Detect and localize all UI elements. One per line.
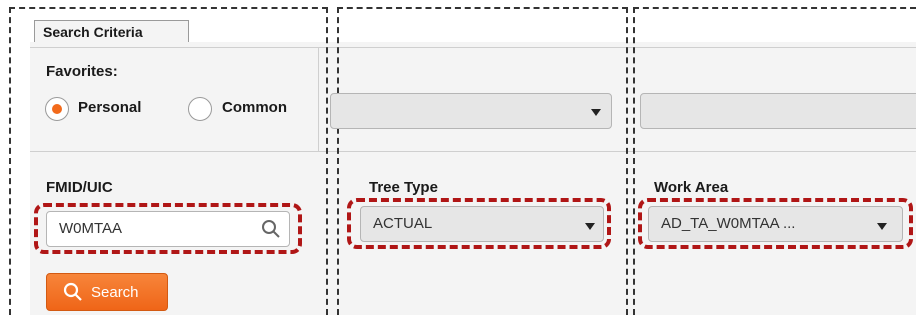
column-guide	[626, 7, 628, 315]
tab-search-criteria[interactable]: Search Criteria	[34, 20, 189, 42]
divider	[318, 47, 319, 152]
column-guide	[337, 7, 339, 315]
work-area-label: Work Area	[654, 179, 729, 196]
divider	[30, 151, 916, 152]
search-button[interactable]: Search	[46, 273, 168, 311]
favorites-label: Favorites:	[46, 63, 118, 80]
radio-common-indicator[interactable]	[188, 97, 212, 121]
column-guide	[633, 7, 635, 315]
radio-personal-label[interactable]: Personal	[78, 99, 141, 116]
fmid-uic-label: FMID/UIC	[46, 179, 113, 196]
highlight-box	[34, 203, 302, 254]
favorites-dropdown[interactable]	[330, 93, 612, 129]
highlight-box	[638, 198, 913, 249]
column-guide	[9, 7, 328, 9]
chevron-down-icon	[591, 109, 601, 116]
search-button-label: Search	[91, 284, 139, 301]
radio-personal-indicator[interactable]	[45, 97, 69, 121]
radio-common-label[interactable]: Common	[222, 99, 287, 116]
column-guide	[9, 7, 11, 315]
divider	[30, 47, 916, 48]
column-guide	[326, 7, 328, 315]
column-guide	[633, 7, 916, 9]
favorites-dropdown-secondary[interactable]	[640, 93, 916, 129]
highlight-box	[347, 198, 611, 249]
column-guide	[337, 7, 628, 9]
search-icon	[63, 282, 82, 301]
tree-type-label: Tree Type	[369, 179, 438, 196]
